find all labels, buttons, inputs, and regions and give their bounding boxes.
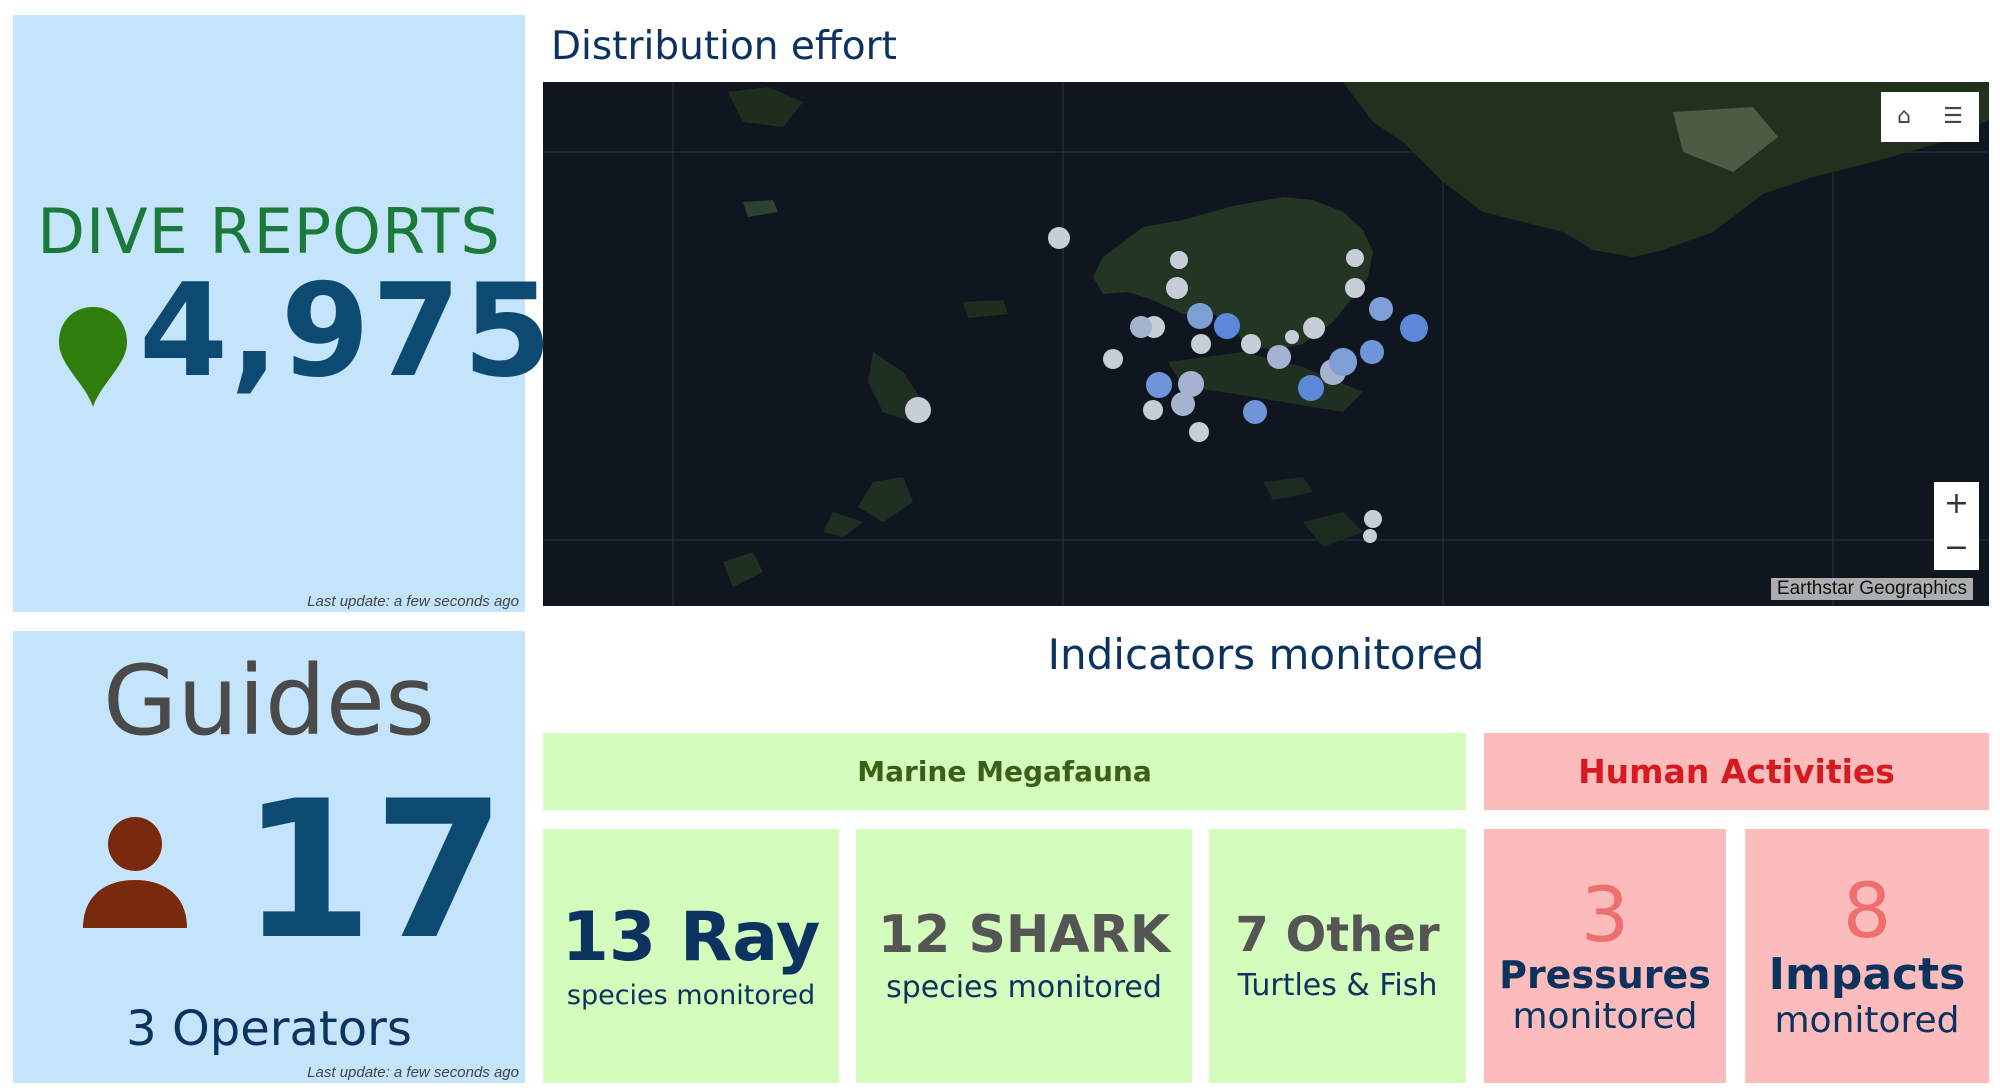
- zoom-in-button[interactable]: +: [1934, 482, 1979, 526]
- zoom-control: + −: [1934, 482, 1979, 570]
- impacts-title: Impacts: [1768, 949, 1966, 1001]
- pressures-title: Pressures: [1499, 952, 1711, 997]
- ray-label: species monitored: [566, 979, 816, 1011]
- pressures-label: monitored: [1512, 996, 1698, 1038]
- pressures-indicator: 3 Pressures monitored: [1484, 829, 1726, 1083]
- impacts-indicator: 8 Impacts monitored: [1745, 829, 1989, 1083]
- last-update-text: Last update: a few seconds ago: [307, 1064, 519, 1081]
- ray-indicator: 13 Ray species monitored: [543, 829, 839, 1083]
- ray-value: 13 Ray: [561, 898, 821, 978]
- list-icon[interactable]: ☰: [1943, 106, 1963, 128]
- indicators-title: Indicators monitored: [1047, 630, 1485, 679]
- last-update-text: Last update: a few seconds ago: [307, 593, 519, 610]
- guides-panel: Guides 17 3 Operators Last update: a few…: [13, 631, 525, 1083]
- pressures-value: 3: [1580, 869, 1630, 959]
- other-value: 7 Other: [1235, 907, 1440, 964]
- shark-indicator: 12 SHARK species monitored: [856, 829, 1192, 1083]
- map-canvas: [543, 82, 1989, 606]
- marine-megafauna-header: Marine Megafauna: [543, 733, 1466, 810]
- home-icon[interactable]: ⌂: [1897, 106, 1911, 128]
- other-indicator: 7 Other Turtles & Fish: [1209, 829, 1466, 1083]
- impacts-value: 8: [1842, 866, 1892, 956]
- map-title: Distribution effort: [551, 24, 897, 69]
- human-activities-label: Human Activities: [1578, 752, 1895, 791]
- zoom-out-button[interactable]: −: [1934, 526, 1979, 570]
- dive-reports-count: 4,975: [139, 257, 554, 406]
- map-attribution: Earthstar Geographics: [1770, 578, 1973, 600]
- marine-megafauna-label: Marine Megafauna: [857, 755, 1152, 788]
- guides-title: Guides: [103, 645, 435, 757]
- other-label: Turtles & Fish: [1237, 967, 1438, 1003]
- guides-count: 17: [241, 760, 506, 981]
- impacts-label: monitored: [1774, 999, 1960, 1041]
- dive-reports-panel: DIVE REPORTS 4,975 Last update: a few se…: [13, 15, 552, 612]
- shark-label: species monitored: [886, 970, 1162, 1006]
- map-widget-toolbar: ⌂ ☰: [1881, 92, 1979, 142]
- operators-count: 3 Operators: [126, 1001, 412, 1057]
- shark-value: 12 SHARK: [877, 904, 1171, 965]
- map-pin-icon: [59, 307, 127, 407]
- person-icon: [83, 817, 187, 928]
- human-activities-header: Human Activities: [1484, 733, 1989, 810]
- distribution-map[interactable]: ⌂ ☰ + − Earthstar Geographics: [543, 82, 1989, 606]
